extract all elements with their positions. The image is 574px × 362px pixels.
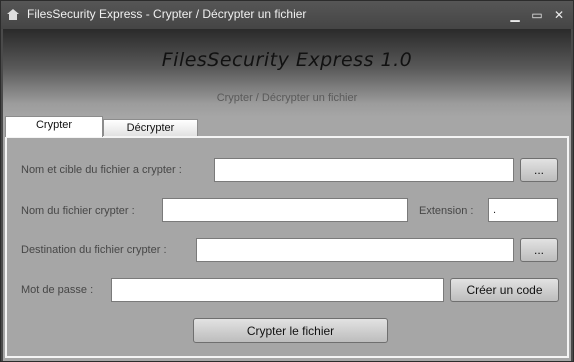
close-icon[interactable]: ✕ [551, 8, 567, 22]
extension-label: Extension : [419, 205, 474, 217]
encrypt-file-button[interactable]: Crypter le fichier [193, 318, 388, 343]
generate-code-button[interactable]: Créer un code [450, 278, 559, 302]
window-title: FilesSecurity Express - Crypter / Décryp… [27, 7, 307, 21]
title-bar[interactable]: FilesSecurity Express - Crypter / Décryp… [1, 1, 573, 29]
file-name-label: Nom du fichier crypter : [21, 205, 135, 217]
client-area: FilesSecurity Express 1.0 Crypter / Décr… [3, 29, 571, 361]
password-input[interactable] [111, 278, 444, 302]
source-browse-button[interactable]: ... [520, 158, 558, 182]
app-icon [7, 9, 19, 20]
file-name-input[interactable] [162, 198, 408, 222]
extension-input[interactable] [488, 198, 558, 222]
app-subtitle: Crypter / Décrypter un fichier [216, 92, 358, 104]
minimize-icon[interactable]: ▁ [507, 8, 523, 22]
destination-label: Destination du fichier crypter : [21, 244, 167, 256]
app-title: FilesSecurity Express 1.0 [161, 49, 413, 71]
header-banner: FilesSecurity Express 1.0 Crypter / Décr… [3, 29, 571, 117]
source-file-input[interactable] [214, 158, 514, 182]
destination-input[interactable] [196, 238, 514, 262]
maximize-icon[interactable]: ▭ [529, 8, 545, 22]
destination-browse-button[interactable]: ... [520, 238, 558, 262]
tab-crypter[interactable]: Crypter [5, 116, 103, 137]
app-window: FilesSecurity Express - Crypter / Décryp… [0, 0, 574, 362]
crypter-panel: Nom et cible du fichier a crypter : ... … [5, 136, 569, 358]
password-label: Mot de passe : [21, 284, 94, 296]
source-file-label: Nom et cible du fichier a crypter : [21, 164, 182, 176]
